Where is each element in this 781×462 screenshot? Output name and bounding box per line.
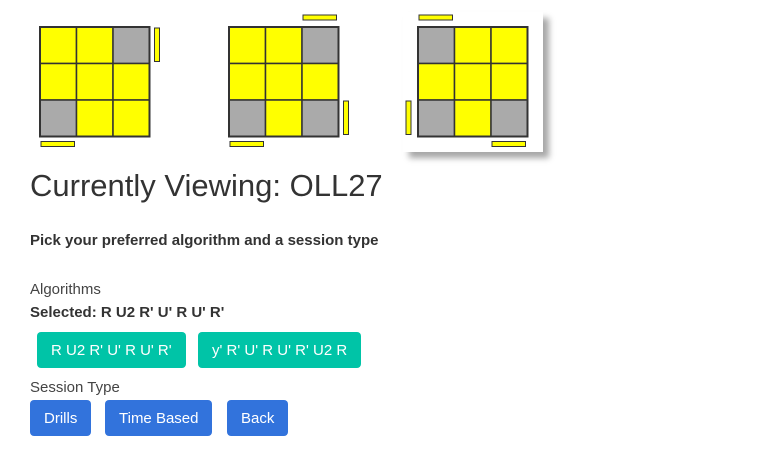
instruction-text: Pick your preferred algorithm and a sess… xyxy=(30,232,379,249)
selected-algorithm-text: Selected: R U2 R' U' R U' R' xyxy=(30,304,225,321)
sticker-yellow xyxy=(264,99,303,138)
side-sticker-top xyxy=(302,14,337,21)
cube-top-face-3 xyxy=(405,14,529,147)
sticker-yellow xyxy=(453,62,492,101)
algorithms-label: Algorithms xyxy=(30,281,101,298)
oll-case-diagram-1[interactable] xyxy=(25,12,165,152)
sticker-gray xyxy=(417,26,456,65)
sticker-yellow xyxy=(417,62,456,101)
page-title: Currently Viewing: OLL27 xyxy=(30,168,383,203)
sticker-yellow xyxy=(228,26,267,65)
sticker-yellow xyxy=(39,26,78,65)
sticker-yellow xyxy=(453,26,492,65)
sticker-yellow xyxy=(301,62,340,101)
sticker-yellow xyxy=(228,62,267,101)
sticker-gray xyxy=(112,26,151,65)
side-sticker-right xyxy=(154,27,160,62)
sticker-yellow xyxy=(39,62,78,101)
side-sticker-left xyxy=(405,100,412,135)
cube-top-face-1 xyxy=(39,26,160,147)
sticker-yellow xyxy=(490,62,529,101)
algorithm-option-button-1[interactable]: R U2 R' U' R U' R' xyxy=(37,332,186,368)
side-sticker-bottom xyxy=(229,141,264,147)
session-type-label: Session Type xyxy=(30,379,120,396)
side-sticker-bottom xyxy=(491,141,526,147)
sticker-yellow xyxy=(112,62,151,101)
sticker-yellow xyxy=(264,26,303,65)
oll-case-diagram-2[interactable] xyxy=(214,12,354,152)
side-sticker-bottom xyxy=(40,141,75,147)
cube-top-face-2 xyxy=(228,14,349,147)
sticker-yellow xyxy=(112,99,151,138)
sticker-yellow xyxy=(75,26,114,65)
sticker-gray xyxy=(39,99,78,138)
sticker-yellow xyxy=(75,62,114,101)
drills-button[interactable]: Drills xyxy=(30,400,92,436)
algorithm-option-button-2[interactable]: y' R' U' R U' R' U2 R xyxy=(198,332,362,368)
side-sticker-right xyxy=(343,100,349,135)
sticker-yellow xyxy=(490,26,529,65)
sticker-gray xyxy=(490,99,529,138)
sticker-yellow xyxy=(453,99,492,138)
sticker-gray xyxy=(301,26,340,65)
sticker-yellow xyxy=(75,99,114,138)
oll-case-diagram-3-selected[interactable] xyxy=(403,12,543,152)
sticker-gray xyxy=(228,99,267,138)
sticker-gray xyxy=(301,99,340,138)
back-button[interactable]: Back xyxy=(227,400,289,436)
time-based-button[interactable]: Time Based xyxy=(105,400,213,436)
case-diagram-row xyxy=(0,0,781,165)
sticker-yellow xyxy=(264,62,303,101)
sticker-gray xyxy=(417,99,456,138)
side-sticker-top xyxy=(418,14,453,21)
